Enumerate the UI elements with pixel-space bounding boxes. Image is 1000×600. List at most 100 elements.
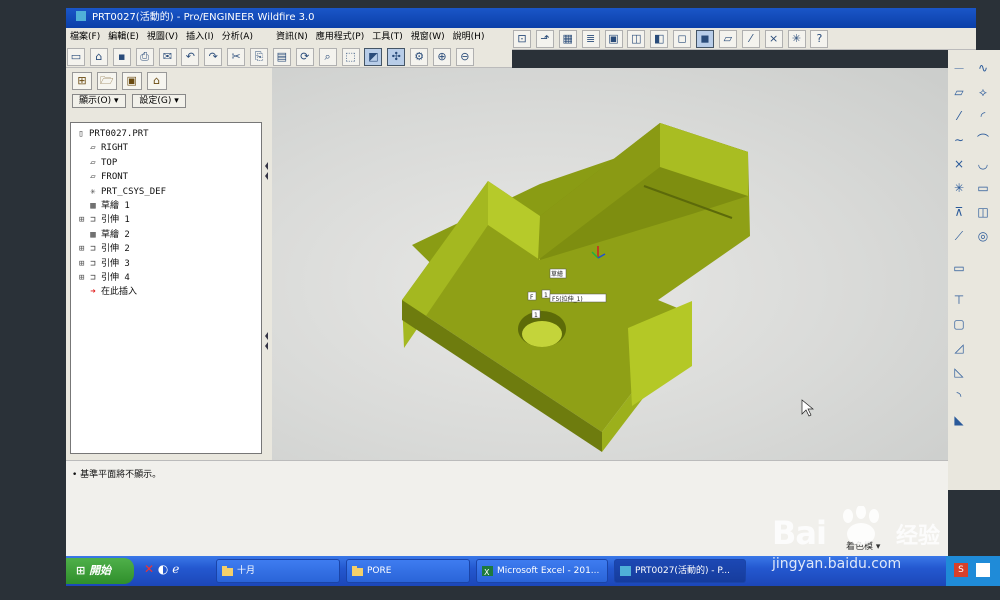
merge-tool-icon[interactable]: ◎ <box>974 228 992 244</box>
csys-tool-icon[interactable]: ✳ <box>950 180 968 196</box>
taskbar-item-excel[interactable]: X Microsoft Excel - 201... <box>476 559 608 583</box>
tree-node[interactable]: ▱ FRONT <box>71 170 261 184</box>
context-help-icon[interactable]: ? <box>810 30 829 48</box>
plane-tool-icon[interactable]: ▱ <box>950 84 968 100</box>
shell-tool-icon[interactable]: ▢ <box>950 316 968 332</box>
expand-icon[interactable]: ⊞ <box>79 213 87 227</box>
point-tool-icon[interactable]: × <box>950 156 968 172</box>
menu-analysis[interactable]: 分析(A) <box>218 28 257 46</box>
draft-tool-icon[interactable]: ◺ <box>950 364 968 380</box>
wireframe-icon[interactable]: ◫ <box>627 30 646 48</box>
zoom-in-icon[interactable]: ⊕ <box>433 48 451 66</box>
expand-icon[interactable]: ⊞ <box>79 257 87 271</box>
axis-tool-icon[interactable]: ⁄ <box>950 108 968 124</box>
datum-plane-tool-icon[interactable]: ⏤ <box>950 60 968 76</box>
rib-tool-icon[interactable]: ◿ <box>950 340 968 356</box>
pattern-tool-icon[interactable]: ▭ <box>974 180 992 196</box>
round-edge-tool-icon[interactable]: ◝ <box>950 388 968 404</box>
menu-window[interactable]: 視窗(W) <box>407 28 449 46</box>
menu-edit[interactable]: 編輯(E) <box>104 28 143 46</box>
tree-node[interactable]: ⊞ ⊐ 引伸 3 <box>71 257 261 271</box>
start-button[interactable]: ⊞ 開始 <box>66 558 134 584</box>
new-icon[interactable]: ▭ <box>67 48 85 66</box>
shading-icon[interactable]: ◼ <box>696 30 714 48</box>
analysis-tool-icon[interactable]: ⊼ <box>950 204 968 220</box>
tree-node[interactable]: ▦ 草繪 2 <box>71 228 261 242</box>
datum-curve-tool-icon[interactable]: ∿ <box>974 60 992 76</box>
show-dropdown[interactable]: 顯示(O) ▾ <box>72 94 126 108</box>
menu-file[interactable]: 檔案(F) <box>66 28 104 46</box>
layers-icon[interactable]: ≣ <box>581 30 600 48</box>
regenerate-icon[interactable]: ⟳ <box>295 48 314 66</box>
tree-node[interactable]: ⊞ ⊐ 引伸 4 <box>71 271 261 285</box>
undo-icon[interactable]: ↶ <box>181 48 200 66</box>
hidden-line-icon[interactable]: ◧ <box>650 30 669 48</box>
taskbar-item-proe[interactable]: PRT0027(活動的) - P... <box>614 559 746 583</box>
find-icon[interactable]: ⌕ <box>318 48 337 66</box>
taskbar-item-pore[interactable]: PORE <box>346 559 470 583</box>
mirror-tool-icon[interactable]: ◫ <box>974 204 992 220</box>
chamfer-tool-icon[interactable]: ◣ <box>950 412 968 428</box>
connections-tab-icon[interactable]: ⌂ <box>146 72 167 90</box>
tree-node-label: 引伸 2 <box>101 244 130 255</box>
taskbar-item-oct[interactable]: 十月 <box>216 559 340 583</box>
tree-node[interactable]: ➜ 在此插入 <box>71 285 261 299</box>
sweep-tool-icon[interactable]: ⌒ <box>974 132 992 148</box>
reorient-icon[interactable]: ⬏ <box>535 30 554 48</box>
tree-node[interactable]: ✳ PRT_CSYS_DEF <box>71 185 261 199</box>
close-app-icon[interactable]: ✕ <box>144 562 154 576</box>
expand-icon[interactable]: ⊞ <box>79 271 87 285</box>
datum-axes-icon[interactable]: ⁄ <box>741 30 760 48</box>
tree-node[interactable]: ▱ TOP <box>71 156 261 170</box>
menu-help[interactable]: 說明(H) <box>449 28 489 46</box>
menu-view[interactable]: 視圖(V) <box>143 28 182 46</box>
refit-icon[interactable]: ⊡ <box>513 30 531 48</box>
cut-icon[interactable]: ✂ <box>227 48 246 66</box>
tree-node[interactable]: ▦ 草繪 1 <box>71 199 261 213</box>
tree-node[interactable]: ▱ RIGHT <box>71 141 261 155</box>
folder-browser-tab-icon[interactable]: 🗁 <box>96 72 117 90</box>
tree-node[interactable]: ⊞ ⊐ 引伸 1 <box>71 213 261 227</box>
view-manager-icon[interactable]: ▣ <box>604 30 623 48</box>
print-icon[interactable]: ⎙ <box>135 48 154 66</box>
graphics-window[interactable]: 草繪 F 1 F5(拉伸_1) 1 <box>272 68 948 460</box>
redo-icon[interactable]: ↷ <box>204 48 223 66</box>
offset-tool-icon[interactable]: ⟡ <box>974 84 992 100</box>
curve-tool-icon[interactable]: ∼ <box>950 132 968 148</box>
copy-icon[interactable]: ⎘ <box>250 48 268 66</box>
chevron-down-icon: ▾ <box>113 96 119 106</box>
zoom-out-icon[interactable]: ⊖ <box>455 48 474 66</box>
coord-systems-icon[interactable]: ✳ <box>787 30 806 48</box>
orientation-icon[interactable]: ⚙ <box>410 48 429 66</box>
model-tree-tab-icon[interactable]: ⊞ <box>72 72 92 90</box>
tree-node[interactable]: ⊞ ⊐ 引伸 2 <box>71 242 261 256</box>
expand-icon[interactable]: ⊞ <box>79 242 87 256</box>
redraw-icon[interactable]: ◩ <box>364 48 383 66</box>
saved-views-icon[interactable]: ▦ <box>558 30 577 48</box>
datum-points-icon[interactable]: × <box>764 30 783 48</box>
menu-tools[interactable]: 工具(T) <box>368 28 407 46</box>
menu-info[interactable]: 資訊(N) <box>272 28 312 46</box>
no-hidden-icon[interactable]: ◻ <box>673 30 692 48</box>
settings-dropdown[interactable]: 設定(G) ▾ <box>132 94 186 108</box>
blend-tool-icon[interactable]: ◡ <box>974 156 992 172</box>
panel-splitter[interactable] <box>262 122 272 454</box>
menu-insert[interactable]: 插入(I) <box>182 28 218 46</box>
hole-tool-icon[interactable]: ⊤ <box>950 292 968 308</box>
sketch-tool-icon[interactable]: ⟋ <box>950 228 968 244</box>
open-icon[interactable]: ⌂ <box>89 48 108 66</box>
save-icon[interactable]: ▪ <box>112 48 131 66</box>
paste-icon[interactable]: ▤ <box>272 48 291 66</box>
select-icon[interactable]: ⬚ <box>341 48 360 66</box>
tree-node[interactable]: ▯ PRT0027.PRT <box>71 127 261 141</box>
email-icon[interactable]: ✉ <box>158 48 177 66</box>
extrude-icon: ⊐ <box>90 215 96 226</box>
favorites-tab-icon[interactable]: ▣ <box>121 72 142 90</box>
menu-applications[interactable]: 應用程式(P) <box>312 28 368 46</box>
browser-icon[interactable]: ◐ <box>158 562 168 576</box>
round-tool-icon[interactable]: ◜ <box>974 108 992 124</box>
ie-icon[interactable]: ℯ <box>172 562 179 576</box>
edit-tool-icon[interactable]: ▭ <box>950 260 968 276</box>
spin-center-icon[interactable]: ✣ <box>387 48 406 66</box>
datum-planes-icon[interactable]: ▱ <box>718 30 737 48</box>
